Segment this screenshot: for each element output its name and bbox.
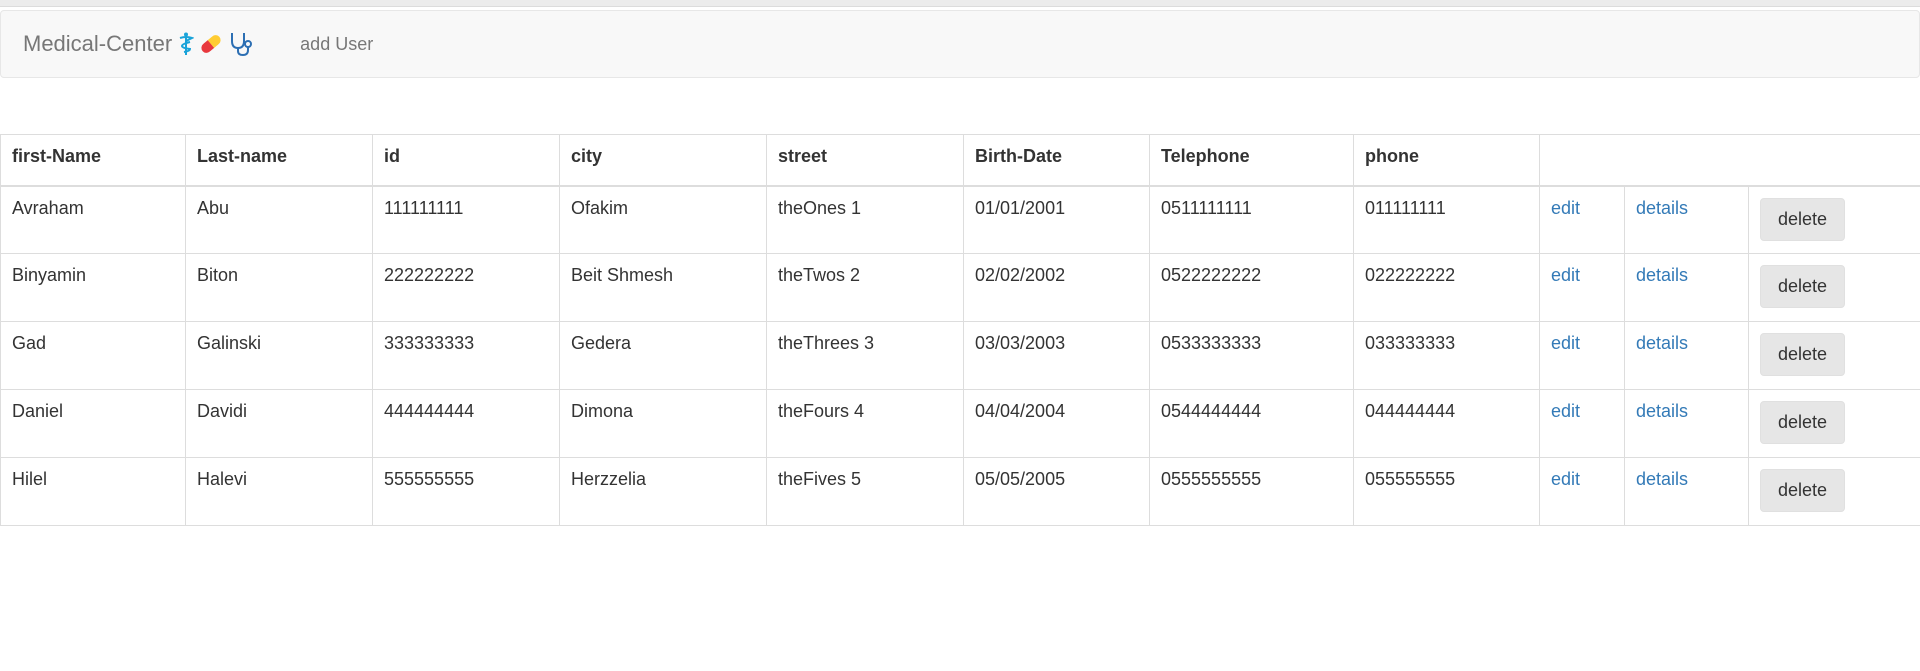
cell-last-name: Abu: [185, 185, 373, 254]
cell-last-name: Galinski: [185, 321, 373, 390]
cell-telephone: 0555555555: [1149, 457, 1354, 526]
cell-edit: edit: [1539, 321, 1625, 390]
header-last-name: Last-name: [185, 134, 373, 187]
cell-delete: delete: [1747, 253, 1920, 322]
cell-birth-date: 01/01/2001: [963, 185, 1150, 254]
edit-link[interactable]: edit: [1551, 333, 1580, 353]
table-header-row: first-Name Last-name id city street Birt…: [0, 134, 1920, 187]
edit-link[interactable]: edit: [1551, 469, 1580, 489]
cell-edit: edit: [1539, 185, 1625, 254]
cell-delete: delete: [1747, 185, 1920, 254]
cell-city: Gedera: [559, 321, 767, 390]
cell-birth-date: 04/04/2004: [963, 389, 1150, 458]
details-link[interactable]: details: [1636, 469, 1688, 489]
delete-button[interactable]: delete: [1760, 469, 1846, 512]
cell-delete: delete: [1747, 457, 1920, 526]
caduceus-icon: [178, 32, 195, 56]
cell-first-name: Binyamin: [0, 253, 186, 322]
header-first-name: first-Name: [0, 134, 186, 187]
cell-details: details: [1624, 457, 1749, 526]
cell-first-name: Hilel: [0, 457, 186, 526]
edit-link[interactable]: edit: [1551, 265, 1580, 285]
table-row: Gad Galinski 333333333 Gedera theThrees …: [0, 321, 1920, 390]
cell-last-name: Davidi: [185, 389, 373, 458]
table-row: Avraham Abu 111111111 Ofakim theOnes 1 0…: [0, 185, 1920, 254]
brand-icons: [178, 31, 256, 57]
table-row: Hilel Halevi 555555555 Herzzelia theFive…: [0, 457, 1920, 526]
cell-delete: delete: [1747, 389, 1920, 458]
cell-last-name: Biton: [185, 253, 373, 322]
cell-id: 555555555: [372, 457, 560, 526]
cell-street: theThrees 3: [766, 321, 964, 390]
details-link[interactable]: details: [1636, 401, 1688, 421]
table-row: Binyamin Biton 222222222 Beit Shmesh the…: [0, 253, 1920, 322]
header-birth-date: Birth-Date: [963, 134, 1150, 187]
cell-city: Ofakim: [559, 185, 767, 254]
cell-birth-date: 03/03/2003: [963, 321, 1150, 390]
cell-phone: 044444444: [1353, 389, 1540, 458]
cell-first-name: Gad: [0, 321, 186, 390]
cell-first-name: Avraham: [0, 185, 186, 254]
cell-telephone: 0522222222: [1149, 253, 1354, 322]
delete-button[interactable]: delete: [1760, 265, 1846, 308]
cell-first-name: Daniel: [0, 389, 186, 458]
cell-birth-date: 05/05/2005: [963, 457, 1150, 526]
header-telephone: Telephone: [1149, 134, 1354, 187]
header-phone: phone: [1353, 134, 1540, 187]
cell-phone: 011111111: [1353, 185, 1540, 254]
cell-id: 222222222: [372, 253, 560, 322]
edit-link[interactable]: edit: [1551, 401, 1580, 421]
cell-id: 333333333: [372, 321, 560, 390]
brand-title: Medical-Center: [23, 31, 173, 56]
table-row: Daniel Davidi 444444444 Dimona theFours …: [0, 389, 1920, 458]
users-table-container: first-Name Last-name id city street Birt…: [0, 134, 1920, 526]
details-link[interactable]: details: [1636, 265, 1688, 285]
edit-link[interactable]: edit: [1551, 198, 1580, 218]
cell-city: Dimona: [559, 389, 767, 458]
cell-delete: delete: [1747, 321, 1920, 390]
cell-id: 444444444: [372, 389, 560, 458]
cell-street: theFives 5: [766, 457, 964, 526]
header-actions: [1538, 134, 1920, 187]
header-id: id: [372, 134, 560, 187]
cell-city: Herzzelia: [559, 457, 767, 526]
stethoscope-icon: [228, 31, 256, 57]
cell-phone: 033333333: [1353, 321, 1540, 390]
cell-city: Beit Shmesh: [559, 253, 767, 322]
cell-phone: 055555555: [1353, 457, 1540, 526]
cell-last-name: Halevi: [185, 457, 373, 526]
header-city: city: [559, 134, 767, 187]
pill-icon: [198, 32, 224, 56]
cell-details: details: [1624, 253, 1749, 322]
cell-street: theTwos 2: [766, 253, 964, 322]
cell-edit: edit: [1539, 253, 1625, 322]
delete-button[interactable]: delete: [1760, 401, 1846, 444]
cell-telephone: 0511111111: [1149, 185, 1354, 254]
top-border: [0, 0, 1920, 7]
cell-details: details: [1624, 185, 1749, 254]
brand-link[interactable]: Medical-Center: [23, 31, 256, 57]
cell-birth-date: 02/02/2002: [963, 253, 1150, 322]
cell-street: theOnes 1: [766, 185, 964, 254]
cell-street: theFours 4: [766, 389, 964, 458]
header-street: street: [766, 134, 964, 187]
details-link[interactable]: details: [1636, 333, 1688, 353]
navbar: Medical-Center add User: [0, 10, 1920, 78]
cell-telephone: 0533333333: [1149, 321, 1354, 390]
add-user-link[interactable]: add User: [300, 34, 373, 55]
cell-id: 111111111: [372, 185, 560, 254]
delete-button[interactable]: delete: [1760, 333, 1846, 376]
cell-edit: edit: [1539, 389, 1625, 458]
cell-details: details: [1624, 389, 1749, 458]
cell-phone: 022222222: [1353, 253, 1540, 322]
details-link[interactable]: details: [1636, 198, 1688, 218]
cell-telephone: 0544444444: [1149, 389, 1354, 458]
users-table: first-Name Last-name id city street Birt…: [0, 134, 1920, 526]
cell-edit: edit: [1539, 457, 1625, 526]
cell-details: details: [1624, 321, 1749, 390]
delete-button[interactable]: delete: [1760, 197, 1846, 241]
